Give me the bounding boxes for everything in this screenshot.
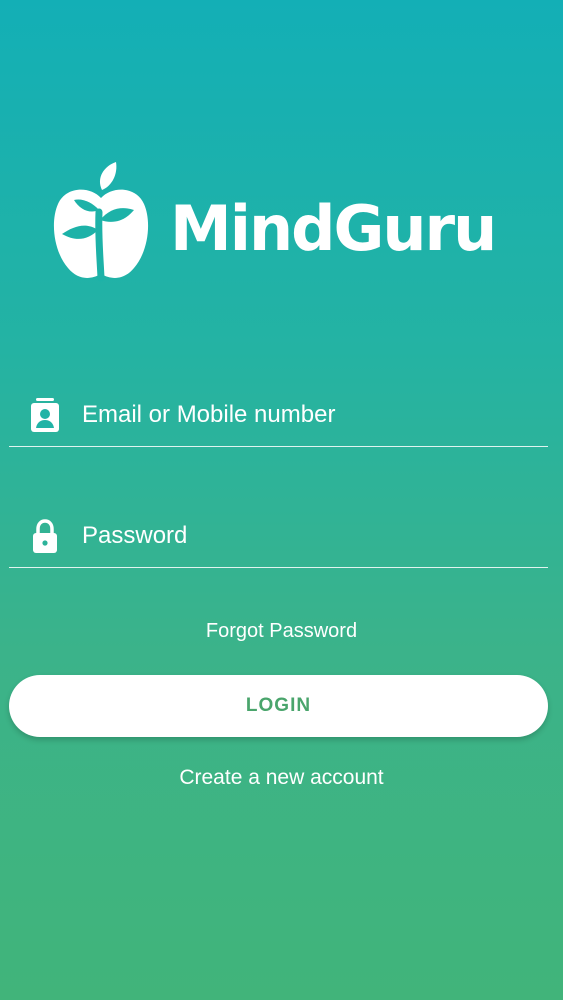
password-field[interactable] [9,505,548,568]
apple-sprout-icon [53,162,149,282]
lock-icon [29,519,61,553]
create-account-link[interactable]: Create a new account [0,766,563,790]
app-logo: MindGuru [52,160,512,282]
forgot-password-link[interactable]: Forgot Password [0,620,563,643]
contact-card-icon [29,398,61,432]
password-input[interactable] [82,516,548,556]
email-input[interactable] [82,395,548,435]
email-field[interactable] [9,384,548,447]
brand-name: MindGuru [170,192,497,265]
login-button[interactable]: LOGIN [9,675,548,737]
